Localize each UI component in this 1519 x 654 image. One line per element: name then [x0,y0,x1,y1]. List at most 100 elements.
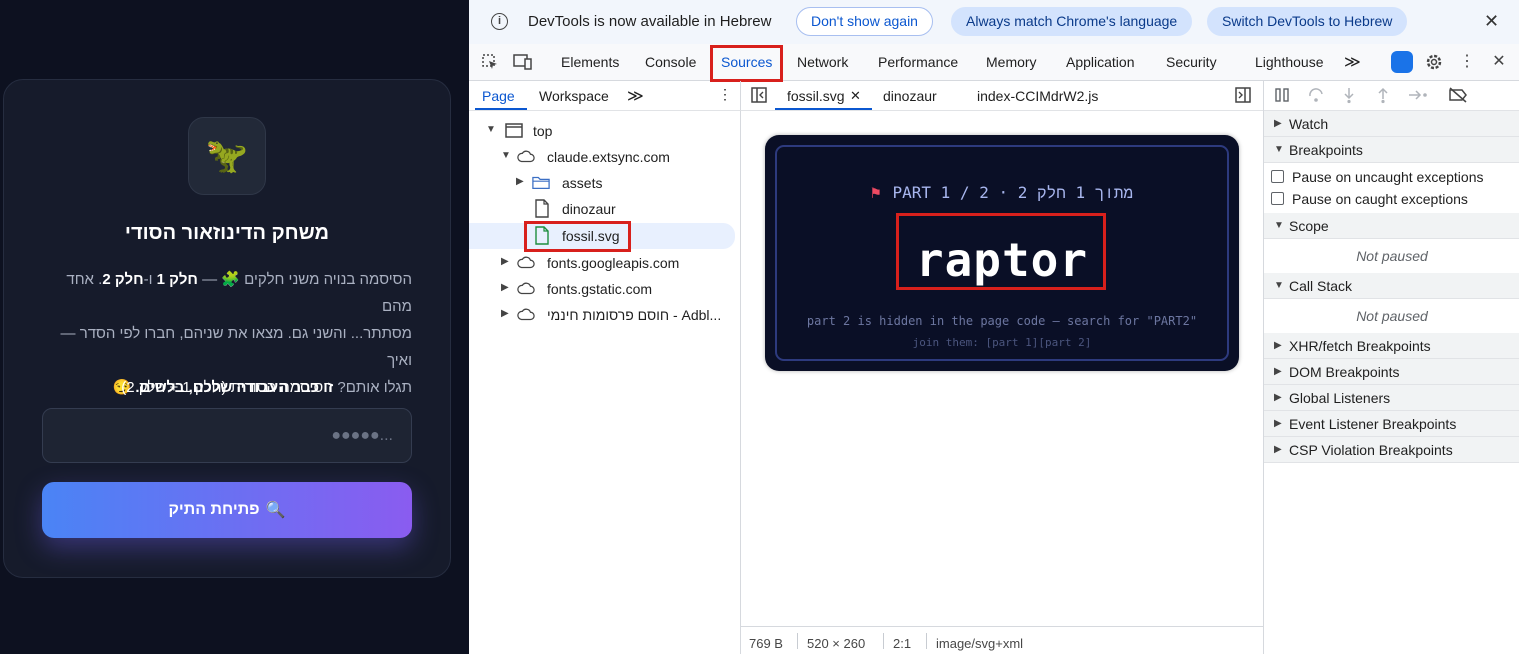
devtools-panel: i DevTools is now available in Hebrew Do… [469,0,1519,654]
pause-caught-checkbox[interactable]: Pause on caught exceptions [1264,187,1519,209]
breakpoints-section[interactable]: ▼ Breakpoints [1264,137,1519,163]
close-icon[interactable]: ✕ [1484,11,1499,32]
editor-status-bar: 769 B 520 × 260 2:1 image/svg+xml [741,626,1263,654]
toggle-navigator-icon[interactable] [749,86,769,104]
step-icon[interactable] [1407,86,1427,104]
pause-icon[interactable] [1272,86,1292,104]
toggle-debugger-icon[interactable] [1233,86,1253,104]
expanded-arrow-icon: ▼ [486,124,496,135]
tree-item-folder[interactable]: ▶ assets [469,170,741,196]
join-hint-text: join them: [part 1][part 2] [912,336,1092,349]
open-case-button[interactable]: פתיחת התיק 🔍 [42,482,412,538]
inspect-element-icon[interactable] [480,53,500,71]
sources-tab-highlight [710,45,783,82]
device-toolbar-icon[interactable] [513,53,533,71]
info-icon: i [491,13,508,30]
step-into-icon[interactable] [1339,86,1359,104]
close-tab-icon[interactable]: ✕ [850,88,861,104]
fossil-file-highlight [524,221,631,252]
tree-item-domain[interactable]: ▶ fonts.googleapis.com [469,250,741,276]
expanded-arrow-icon: ▼ [1274,280,1284,291]
event-listener-breakpoints-section[interactable]: ▶ Event Listener Breakpoints [1264,411,1519,437]
image-dimensions: 520 × 260 [807,636,866,651]
file-tree: ▼ top ▼ claude.extsync.com ▶ assets dino… [469,111,741,654]
editor-tab-index-js[interactable]: index-CCIMdrW2.js [977,88,1098,104]
cloud-icon [517,150,535,163]
password-label: הסיסמה הסודית (חלק 1 + חלק 2) [121,379,333,396]
collapsed-arrow-icon: ▶ [1274,418,1282,429]
language-infobar: i DevTools is now available in Hebrew Do… [469,0,1519,44]
tree-item-domain[interactable]: ▶ fonts.gstatic.com [469,276,741,302]
editor-tab-fossil[interactable]: fossil.svg [787,88,845,104]
status-divider [926,633,927,649]
step-out-icon[interactable] [1373,86,1393,104]
callstack-not-paused: Not paused [1356,308,1428,324]
desc-line-2: מסתתר... והשני גם. מצאו את שניהם, חברו ל… [60,325,412,369]
tab-elements[interactable]: Elements [561,54,619,70]
ai-assistance-icon[interactable] [1391,51,1413,73]
collapsed-arrow-icon: ▶ [501,308,509,319]
collapsed-arrow-icon: ▶ [1274,118,1282,129]
infobar-text: DevTools is now available in Hebrew [528,13,772,30]
navigator-header: Page Workspace ≫ ⋮ [469,81,741,111]
debugger-toolbar [1264,81,1519,111]
expanded-arrow-icon: ▼ [501,150,511,161]
cloud-icon [517,282,535,295]
call-stack-section[interactable]: ▼ Call Stack [1264,273,1519,299]
kebab-menu-icon[interactable]: ⋮ [1457,53,1477,71]
tree-item-domain[interactable]: ▼ claude.extsync.com [469,144,741,170]
button-label: פתיחת התיק [168,501,260,518]
file-size: 769 B [749,636,783,651]
watch-section[interactable]: ▶ Watch [1264,111,1519,137]
global-listeners-section[interactable]: ▶ Global Listeners [1264,385,1519,411]
tab-performance[interactable]: Performance [878,54,958,70]
dino-logo: 🦖 [188,117,266,195]
csp-violation-breakpoints-section[interactable]: ▶ CSP Violation Breakpoints [1264,437,1519,463]
close-devtools-icon[interactable]: ✕ [1489,53,1509,71]
document-icon [535,199,549,218]
navigator-menu-icon[interactable]: ⋮ [718,86,732,103]
collapsed-arrow-icon: ▶ [516,176,524,187]
dom-breakpoints-section[interactable]: ▶ DOM Breakpoints [1264,359,1519,385]
editor-tab-dinozaur[interactable]: dinozaur [883,88,937,104]
deactivate-breakpoints-icon[interactable] [1448,86,1468,104]
tab-lighthouse[interactable]: Lighthouse [1255,54,1324,70]
game-page: 🦖 משחק הדינוזאור הסודי הסיסמה בנויה משני… [0,0,469,654]
tab-memory[interactable]: Memory [986,54,1037,70]
hint-text: part 2 is hidden in the page code — sear… [806,314,1198,328]
editor-tabs: fossil.svg ✕ dinozaur index-CCIMdrW2.js [741,81,1263,111]
tab-network[interactable]: Network [797,54,848,70]
password-input[interactable] [42,408,412,463]
debugger-sidebar: ▶ Watch ▼ Breakpoints Pause on uncaught … [1263,81,1519,654]
gear-icon[interactable] [1424,53,1444,71]
more-tabs-icon[interactable]: ≫ [1344,52,1361,72]
step-over-icon[interactable] [1306,86,1326,104]
checkbox[interactable] [1271,192,1284,205]
scope-section[interactable]: ▼ Scope [1264,213,1519,239]
pause-uncaught-checkbox[interactable]: Pause on uncaught exceptions [1264,165,1519,187]
checkbox[interactable] [1271,170,1284,183]
dont-show-again-button[interactable]: Don't show again [796,7,933,36]
always-match-language-button[interactable]: Always match Chrome's language [951,7,1193,36]
xhr-breakpoints-section[interactable]: ▶ XHR/fetch Breakpoints [1264,333,1519,359]
status-divider [883,633,884,649]
nav-tab-workspace[interactable]: Workspace [539,88,609,104]
desc-line-1: הסיסמה בנויה משני חלקים 🧩 — חלק 1 ו-חלק … [66,271,412,315]
tree-item-file[interactable]: dinozaur [469,196,741,222]
tab-security[interactable]: Security [1166,54,1217,70]
editor-active-underline [775,108,872,110]
dinosaur-icon: 🦖 [205,137,249,175]
tab-application[interactable]: Application [1066,54,1135,70]
tree-item-extension[interactable]: ▶ חוסם פרסומות חינמי - Adbl... [469,302,741,328]
login-card: 🦖 משחק הדינוזאור הסודי הסיסמה בנויה משני… [3,79,451,578]
more-nav-tabs-icon[interactable]: ≫ [627,86,644,106]
expanded-arrow-icon: ▼ [1274,220,1284,231]
status-divider [797,633,798,649]
tree-item-top[interactable]: ▼ top [469,118,741,144]
nav-tab-page[interactable]: Page [482,88,515,104]
switch-to-hebrew-button[interactable]: Switch DevTools to Hebrew [1207,7,1408,36]
collapsed-arrow-icon: ▶ [1274,366,1282,377]
nav-active-underline [475,108,527,110]
tab-console[interactable]: Console [645,54,696,70]
folder-icon [532,176,550,189]
